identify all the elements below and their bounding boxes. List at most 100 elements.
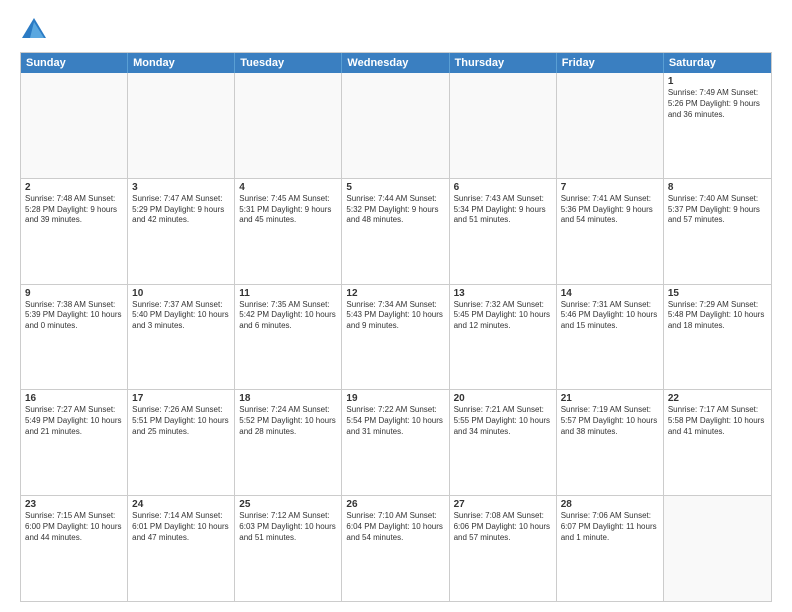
calendar-cell: 21Sunrise: 7:19 AM Sunset: 5:57 PM Dayli… [557, 390, 664, 495]
day-info: Sunrise: 7:32 AM Sunset: 5:45 PM Dayligh… [454, 300, 552, 332]
day-number: 25 [239, 499, 337, 510]
day-info: Sunrise: 7:12 AM Sunset: 6:03 PM Dayligh… [239, 511, 337, 543]
calendar-row: 16Sunrise: 7:27 AM Sunset: 5:49 PM Dayli… [21, 389, 771, 495]
calendar-cell: 11Sunrise: 7:35 AM Sunset: 5:42 PM Dayli… [235, 285, 342, 390]
day-number: 21 [561, 393, 659, 404]
day-number: 19 [346, 393, 444, 404]
calendar-body: 1Sunrise: 7:49 AM Sunset: 5:26 PM Daylig… [21, 73, 771, 601]
calendar: SundayMondayTuesdayWednesdayThursdayFrid… [20, 52, 772, 602]
calendar-cell [450, 73, 557, 178]
calendar-header-day: Tuesday [235, 53, 342, 73]
day-number: 11 [239, 288, 337, 299]
calendar-cell: 24Sunrise: 7:14 AM Sunset: 6:01 PM Dayli… [128, 496, 235, 601]
calendar-header-day: Friday [557, 53, 664, 73]
calendar-row: 1Sunrise: 7:49 AM Sunset: 5:26 PM Daylig… [21, 73, 771, 178]
day-info: Sunrise: 7:43 AM Sunset: 5:34 PM Dayligh… [454, 194, 552, 226]
calendar-cell: 18Sunrise: 7:24 AM Sunset: 5:52 PM Dayli… [235, 390, 342, 495]
calendar-cell [342, 73, 449, 178]
day-number: 14 [561, 288, 659, 299]
day-info: Sunrise: 7:41 AM Sunset: 5:36 PM Dayligh… [561, 194, 659, 226]
calendar-cell: 8Sunrise: 7:40 AM Sunset: 5:37 PM Daylig… [664, 179, 771, 284]
calendar-cell: 25Sunrise: 7:12 AM Sunset: 6:03 PM Dayli… [235, 496, 342, 601]
header [20, 16, 772, 44]
calendar-cell: 26Sunrise: 7:10 AM Sunset: 6:04 PM Dayli… [342, 496, 449, 601]
calendar-cell: 14Sunrise: 7:31 AM Sunset: 5:46 PM Dayli… [557, 285, 664, 390]
calendar-cell: 22Sunrise: 7:17 AM Sunset: 5:58 PM Dayli… [664, 390, 771, 495]
day-number: 27 [454, 499, 552, 510]
calendar-cell: 5Sunrise: 7:44 AM Sunset: 5:32 PM Daylig… [342, 179, 449, 284]
logo [20, 16, 52, 44]
day-info: Sunrise: 7:22 AM Sunset: 5:54 PM Dayligh… [346, 405, 444, 437]
day-info: Sunrise: 7:27 AM Sunset: 5:49 PM Dayligh… [25, 405, 123, 437]
day-info: Sunrise: 7:34 AM Sunset: 5:43 PM Dayligh… [346, 300, 444, 332]
day-info: Sunrise: 7:29 AM Sunset: 5:48 PM Dayligh… [668, 300, 767, 332]
day-info: Sunrise: 7:19 AM Sunset: 5:57 PM Dayligh… [561, 405, 659, 437]
day-number: 12 [346, 288, 444, 299]
calendar-header-day: Sunday [21, 53, 128, 73]
calendar-cell: 10Sunrise: 7:37 AM Sunset: 5:40 PM Dayli… [128, 285, 235, 390]
calendar-cell: 13Sunrise: 7:32 AM Sunset: 5:45 PM Dayli… [450, 285, 557, 390]
calendar-cell: 3Sunrise: 7:47 AM Sunset: 5:29 PM Daylig… [128, 179, 235, 284]
calendar-header-day: Saturday [664, 53, 771, 73]
day-number: 2 [25, 182, 123, 193]
calendar-cell: 20Sunrise: 7:21 AM Sunset: 5:55 PM Dayli… [450, 390, 557, 495]
calendar-cell: 19Sunrise: 7:22 AM Sunset: 5:54 PM Dayli… [342, 390, 449, 495]
calendar-cell: 12Sunrise: 7:34 AM Sunset: 5:43 PM Dayli… [342, 285, 449, 390]
day-info: Sunrise: 7:31 AM Sunset: 5:46 PM Dayligh… [561, 300, 659, 332]
day-number: 5 [346, 182, 444, 193]
day-info: Sunrise: 7:15 AM Sunset: 6:00 PM Dayligh… [25, 511, 123, 543]
day-number: 9 [25, 288, 123, 299]
calendar-cell: 1Sunrise: 7:49 AM Sunset: 5:26 PM Daylig… [664, 73, 771, 178]
calendar-cell [664, 496, 771, 601]
page: SundayMondayTuesdayWednesdayThursdayFrid… [0, 0, 792, 612]
day-number: 8 [668, 182, 767, 193]
calendar-cell: 6Sunrise: 7:43 AM Sunset: 5:34 PM Daylig… [450, 179, 557, 284]
calendar-header: SundayMondayTuesdayWednesdayThursdayFrid… [21, 53, 771, 73]
calendar-cell [21, 73, 128, 178]
day-info: Sunrise: 7:48 AM Sunset: 5:28 PM Dayligh… [25, 194, 123, 226]
day-number: 23 [25, 499, 123, 510]
day-number: 6 [454, 182, 552, 193]
calendar-row: 2Sunrise: 7:48 AM Sunset: 5:28 PM Daylig… [21, 178, 771, 284]
calendar-cell: 28Sunrise: 7:06 AM Sunset: 6:07 PM Dayli… [557, 496, 664, 601]
calendar-row: 23Sunrise: 7:15 AM Sunset: 6:00 PM Dayli… [21, 495, 771, 601]
day-number: 7 [561, 182, 659, 193]
calendar-cell: 2Sunrise: 7:48 AM Sunset: 5:28 PM Daylig… [21, 179, 128, 284]
day-info: Sunrise: 7:37 AM Sunset: 5:40 PM Dayligh… [132, 300, 230, 332]
day-number: 28 [561, 499, 659, 510]
day-info: Sunrise: 7:24 AM Sunset: 5:52 PM Dayligh… [239, 405, 337, 437]
calendar-cell: 23Sunrise: 7:15 AM Sunset: 6:00 PM Dayli… [21, 496, 128, 601]
logo-icon [20, 16, 48, 44]
calendar-cell: 27Sunrise: 7:08 AM Sunset: 6:06 PM Dayli… [450, 496, 557, 601]
day-info: Sunrise: 7:26 AM Sunset: 5:51 PM Dayligh… [132, 405, 230, 437]
day-info: Sunrise: 7:38 AM Sunset: 5:39 PM Dayligh… [25, 300, 123, 332]
day-number: 17 [132, 393, 230, 404]
day-number: 10 [132, 288, 230, 299]
calendar-cell: 9Sunrise: 7:38 AM Sunset: 5:39 PM Daylig… [21, 285, 128, 390]
calendar-cell: 16Sunrise: 7:27 AM Sunset: 5:49 PM Dayli… [21, 390, 128, 495]
day-info: Sunrise: 7:14 AM Sunset: 6:01 PM Dayligh… [132, 511, 230, 543]
calendar-cell [557, 73, 664, 178]
calendar-cell: 15Sunrise: 7:29 AM Sunset: 5:48 PM Dayli… [664, 285, 771, 390]
day-number: 15 [668, 288, 767, 299]
calendar-header-day: Monday [128, 53, 235, 73]
calendar-cell: 7Sunrise: 7:41 AM Sunset: 5:36 PM Daylig… [557, 179, 664, 284]
day-number: 18 [239, 393, 337, 404]
day-number: 20 [454, 393, 552, 404]
day-number: 13 [454, 288, 552, 299]
day-number: 1 [668, 76, 767, 87]
day-number: 3 [132, 182, 230, 193]
day-info: Sunrise: 7:08 AM Sunset: 6:06 PM Dayligh… [454, 511, 552, 543]
day-info: Sunrise: 7:45 AM Sunset: 5:31 PM Dayligh… [239, 194, 337, 226]
calendar-cell: 4Sunrise: 7:45 AM Sunset: 5:31 PM Daylig… [235, 179, 342, 284]
day-info: Sunrise: 7:10 AM Sunset: 6:04 PM Dayligh… [346, 511, 444, 543]
day-info: Sunrise: 7:21 AM Sunset: 5:55 PM Dayligh… [454, 405, 552, 437]
calendar-cell [128, 73, 235, 178]
day-number: 24 [132, 499, 230, 510]
calendar-cell: 17Sunrise: 7:26 AM Sunset: 5:51 PM Dayli… [128, 390, 235, 495]
day-number: 16 [25, 393, 123, 404]
calendar-header-day: Thursday [450, 53, 557, 73]
calendar-row: 9Sunrise: 7:38 AM Sunset: 5:39 PM Daylig… [21, 284, 771, 390]
day-info: Sunrise: 7:44 AM Sunset: 5:32 PM Dayligh… [346, 194, 444, 226]
day-number: 22 [668, 393, 767, 404]
